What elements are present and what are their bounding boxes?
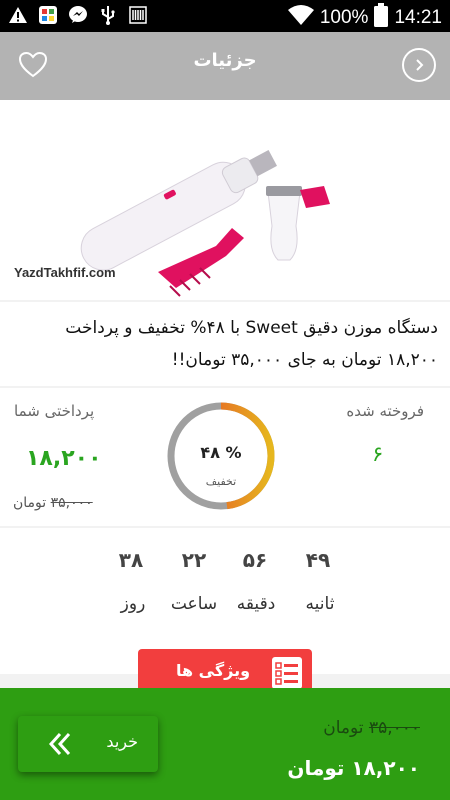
countdown-minutes: ۵۶ — [242, 548, 268, 572]
back-button[interactable] — [402, 48, 436, 82]
double-chevron-left-icon — [46, 730, 74, 758]
chevron-right-icon — [416, 59, 424, 71]
old-price-value: ۳۵,۰۰۰ — [50, 495, 93, 511]
countdown-hours: ۲۲ — [181, 548, 207, 572]
buy-label: خرید — [106, 732, 138, 751]
product-image: YazdTakhfif.com — [0, 100, 450, 300]
usb-icon — [98, 5, 118, 25]
clock: 14:21 — [394, 7, 442, 28]
warning-icon — [8, 5, 28, 25]
countdown-minutes-label: دقیقه — [236, 594, 276, 614]
countdown-days: ۳۸ — [118, 548, 144, 572]
page-title: جزئیات — [193, 50, 257, 71]
battery-icon — [374, 3, 389, 33]
countdown-hours-label: ساعت — [170, 594, 218, 614]
sold-label: فروخته شده — [346, 402, 424, 420]
old-price: ۳۵,۰۰۰ تومان — [13, 495, 93, 511]
messenger-icon — [68, 5, 88, 25]
checklist-icon — [272, 657, 302, 689]
bottom-new-price: ۱۸,۲۰۰ تومان — [287, 756, 420, 780]
pay-label: پرداختی شما — [14, 402, 95, 420]
countdown-seconds: ۴۹ — [305, 548, 331, 572]
pay-value: ۱۸,۲۰۰ — [26, 446, 102, 471]
bottom-new-price-value: ۱۸,۲۰۰ — [351, 756, 420, 780]
bottom-old-price-value: ۳۵,۰۰۰ — [368, 718, 420, 738]
watermark: YazdTakhfif.com — [14, 265, 116, 280]
old-price-currency: تومان — [13, 495, 47, 511]
app-notification-icon — [38, 5, 58, 25]
wifi-icon — [287, 4, 314, 32]
status-bar: 100% 14:21 — [0, 0, 450, 32]
deal-title: دستگاه موزن دقیق Sweet با ۴۸% تخفیف و پر… — [0, 302, 450, 386]
discount-label: تخفیف — [205, 475, 237, 488]
bottom-old-currency: تومان — [323, 718, 364, 738]
barcode-icon — [128, 5, 148, 25]
buy-button[interactable]: خرید — [18, 716, 158, 772]
countdown-days-label: روز — [120, 594, 146, 614]
app-header: جزئیات — [0, 32, 450, 100]
features-label: ویژگی ها — [176, 661, 251, 680]
discount-percent: ۴۸ % — [200, 443, 242, 462]
sold-value: ۶ — [372, 442, 384, 466]
countdown-seconds-label: ثانیه — [305, 594, 335, 614]
bottom-new-currency: تومان — [287, 756, 345, 780]
bottom-old-price: ۳۵,۰۰۰ تومان — [323, 718, 420, 738]
battery-percent: 100% — [319, 7, 369, 28]
